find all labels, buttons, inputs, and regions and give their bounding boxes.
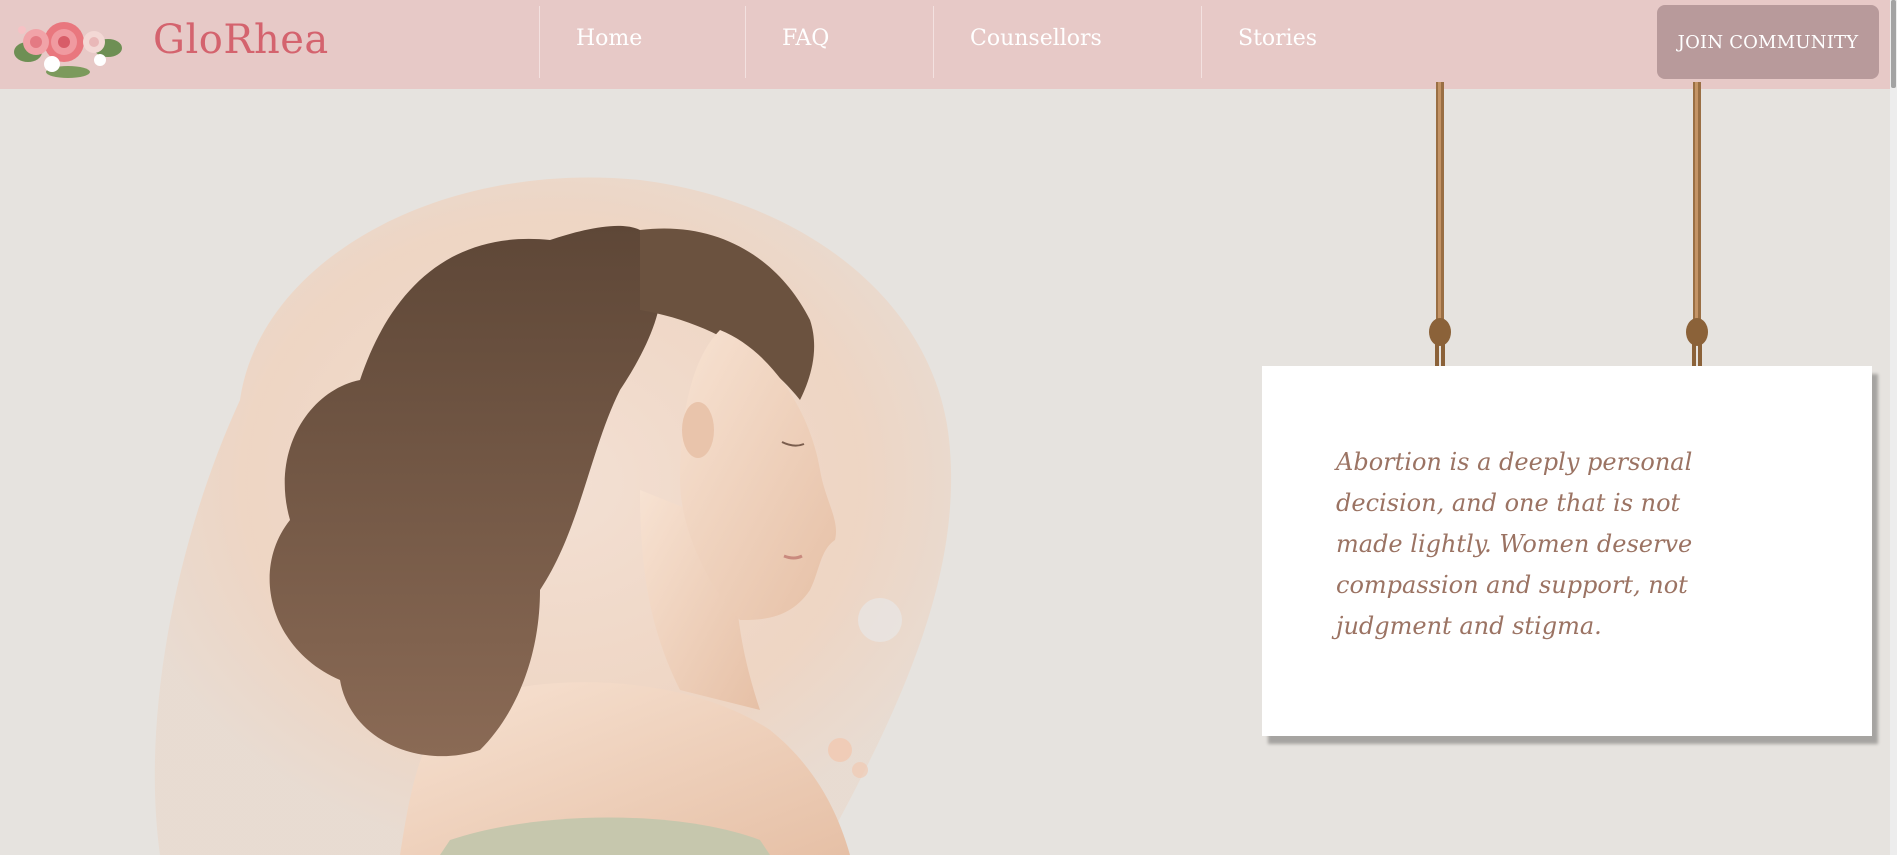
join-community-button[interactable]: JOIN COMMUNITY	[1657, 5, 1879, 79]
woman-profile-illustration-icon	[154, 177, 952, 855]
page: GloRhea Home FAQ Counsellors Stories JOI…	[0, 0, 1897, 855]
scrollbar-thumb[interactable]	[1891, 0, 1896, 88]
nav-divider	[539, 6, 540, 78]
navbar: GloRhea Home FAQ Counsellors Stories JOI…	[0, 0, 1890, 89]
nav-stories[interactable]: Stories	[1238, 26, 1317, 51]
nav-divider	[745, 6, 746, 78]
nav-faq[interactable]: FAQ	[782, 26, 829, 51]
quote-card: Abortion is a deeply personal decision, …	[1262, 366, 1872, 736]
nav-home[interactable]: Home	[576, 26, 642, 51]
nav-counsellors[interactable]: Counsellors	[970, 26, 1102, 51]
hanging-rope-icon	[1429, 82, 1451, 392]
scrollbar-track[interactable]	[1890, 0, 1897, 855]
nav-divider	[1201, 6, 1202, 78]
brand-name[interactable]: GloRhea	[153, 17, 329, 63]
hanging-rope-icon	[1686, 82, 1708, 392]
quote-text: Abortion is a deeply personal decision, …	[1336, 448, 1693, 640]
rose-bouquet-logo-icon[interactable]	[8, 8, 126, 80]
nav-divider	[933, 6, 934, 78]
